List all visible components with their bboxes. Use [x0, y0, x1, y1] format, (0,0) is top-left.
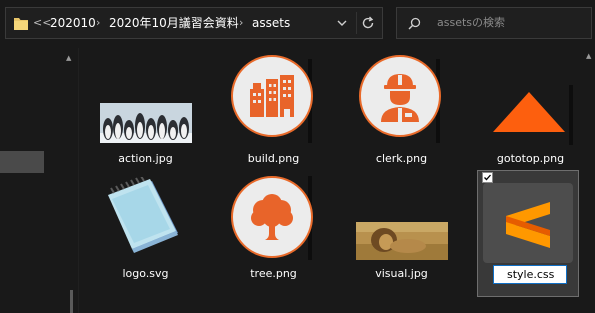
file-item[interactable]: tree.png: [220, 172, 327, 287]
breadcrumb-assets[interactable]: assets: [252, 16, 290, 30]
file-name: action.jpg: [118, 152, 173, 165]
check-icon: [484, 174, 491, 181]
file-item[interactable]: build.png: [220, 55, 327, 170]
triangle-icon: [493, 92, 565, 132]
nav-pane-selected-item[interactable]: [0, 151, 44, 173]
file-name: tree.png: [250, 267, 297, 280]
notepad-icon: [108, 177, 178, 253]
address-bar[interactable]: << 202010 › 2020年10月議習会資料 › assets: [5, 7, 383, 39]
file-item[interactable]: clerk.png: [348, 55, 455, 170]
breadcrumb-separator-icon[interactable]: ›: [96, 16, 100, 30]
lion-thumbnail: [356, 222, 448, 260]
file-name: build.png: [247, 152, 300, 165]
nav-pane-scrollbar-thumb[interactable]: [70, 290, 73, 313]
file-name: visual.jpg: [375, 267, 428, 280]
breadcrumb-separator-icon[interactable]: ›: [239, 16, 243, 30]
chevron-down-icon[interactable]: [336, 17, 348, 29]
tree-icon: [231, 176, 313, 258]
penguins-thumbnail: [100, 103, 192, 143]
scroll-up-arrow-icon[interactable]: ▲: [586, 52, 591, 60]
file-item[interactable]: action.jpg: [92, 55, 199, 170]
thumbnail-shadow: [569, 85, 573, 145]
navigation-pane[interactable]: [0, 48, 78, 313]
scroll-up-arrow-icon[interactable]: ▲: [66, 54, 71, 62]
search-icon: [408, 17, 421, 30]
divider: [356, 12, 357, 34]
breadcrumb-month-folder[interactable]: 2020年10月議習会資料: [109, 16, 239, 30]
address-bar-area: << 202010 › 2020年10月議習会資料 › assets asset…: [0, 0, 595, 48]
file-name: logo.svg: [122, 267, 169, 280]
overflow-chevrons[interactable]: <<: [33, 16, 51, 30]
search-placeholder: assetsの検索: [437, 16, 506, 29]
file-name: clerk.png: [375, 152, 428, 165]
folder-icon: [14, 18, 28, 30]
file-item[interactable]: logo.svg: [92, 172, 199, 287]
item-checkbox[interactable]: [482, 172, 493, 183]
refresh-icon[interactable]: [361, 16, 375, 30]
rename-filename-input[interactable]: [493, 265, 567, 284]
pane-divider[interactable]: [78, 48, 79, 313]
breadcrumb-202010[interactable]: 202010: [50, 16, 96, 30]
buildings-icon: [231, 55, 313, 137]
worker-icon: [359, 55, 441, 137]
sublime-text-icon: [483, 183, 573, 263]
search-box[interactable]: assetsの検索: [396, 7, 592, 39]
file-item[interactable]: visual.jpg: [348, 172, 455, 287]
file-name: gototop.png: [496, 152, 565, 165]
file-item[interactable]: gototop.png: [477, 55, 584, 170]
